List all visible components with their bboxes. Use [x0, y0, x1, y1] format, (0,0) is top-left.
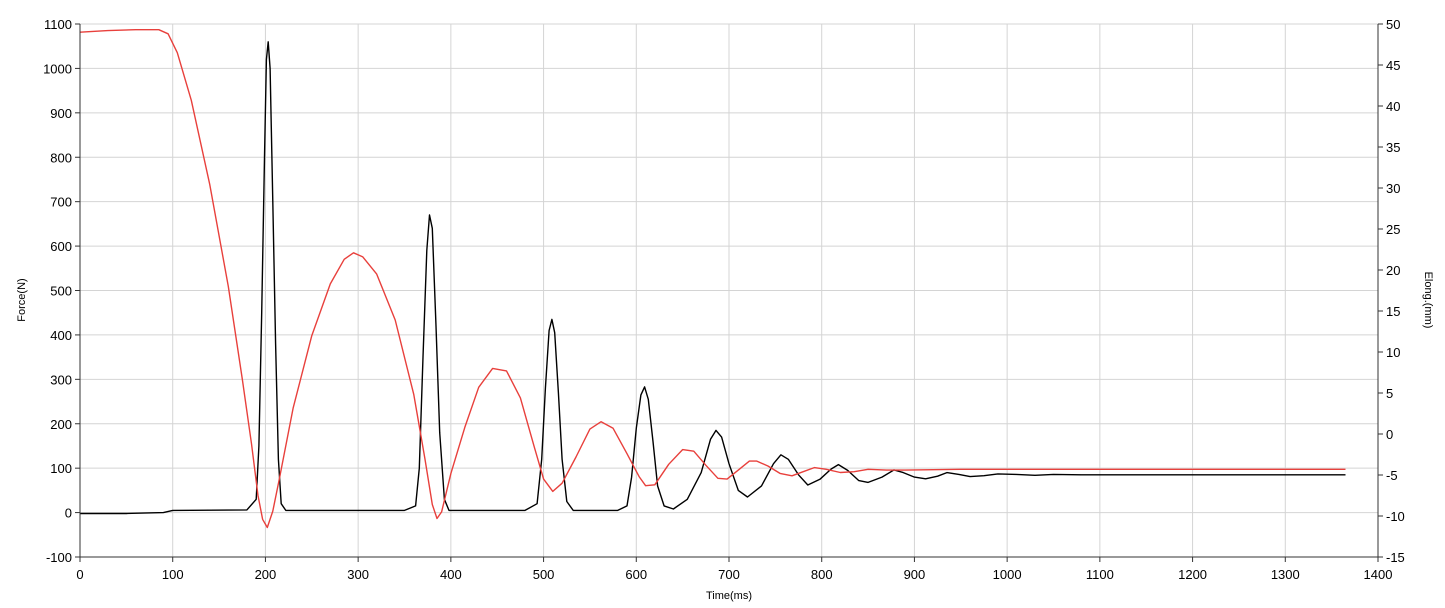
x-tick-label: 1300 [1271, 567, 1300, 582]
y-left-tick-label: 100 [50, 461, 72, 476]
y-right-tick-label: 5 [1386, 386, 1393, 401]
y-left-tick-label: 1100 [44, 17, 72, 32]
y-right-tick-label: 50 [1386, 17, 1400, 32]
y-right-tick-label: 30 [1386, 181, 1400, 196]
y-right-tick-label: -10 [1386, 509, 1405, 524]
y-left-tick-label: 400 [50, 328, 72, 343]
x-tick-label: 600 [625, 567, 647, 582]
y-left-tick-label: -100 [46, 550, 72, 565]
y-right-tick-label: 45 [1386, 58, 1400, 73]
y-axis-right-title: Elong.(mm) [1422, 272, 1434, 329]
x-tick-label: 900 [904, 567, 926, 582]
x-tick-label: 1200 [1178, 567, 1207, 582]
y-left-tick-label: 0 [65, 506, 72, 521]
y-axis-left-title: Force(N) [16, 278, 28, 321]
y-left-tick-label: 900 [50, 106, 72, 121]
y-right-tick-label: 25 [1386, 222, 1400, 237]
y-right-tick-label: 20 [1386, 263, 1400, 278]
y-left-tick-label: 200 [50, 417, 72, 432]
x-axis-title: Time(ms) [706, 590, 752, 602]
x-tick-label: 0 [76, 567, 83, 582]
y-left-tick-label: 500 [50, 284, 72, 299]
x-tick-label: 800 [811, 567, 833, 582]
y-right-tick-label: 15 [1386, 304, 1400, 319]
x-tick-label: 1000 [993, 567, 1022, 582]
x-tick-label: 300 [347, 567, 369, 582]
y-right-tick-label: 0 [1386, 427, 1393, 442]
chart: 0 100 200 300 400 500 600 700 800 900 1000 1100 1200… [16, 17, 1434, 602]
x-tick-label: 1100 [1086, 567, 1114, 582]
x-tick-label: 700 [718, 567, 740, 582]
y-right-tick-label: -15 [1386, 550, 1405, 565]
y-left-tick-label: 800 [50, 150, 72, 165]
y-right-tick-label: 10 [1386, 345, 1400, 360]
y-left-tick-label: 1000 [43, 61, 72, 76]
y-left-tick-label: 600 [50, 239, 72, 254]
y-left-tick-label: 700 [50, 195, 72, 210]
y-right-tick-label: 40 [1386, 99, 1400, 114]
x-tick-label: 500 [533, 567, 555, 582]
y-left-tick-label: 300 [50, 372, 72, 387]
y-right-tick-label: -5 [1386, 468, 1398, 483]
x-tick-label: 400 [440, 567, 462, 582]
x-tick-label: 100 [162, 567, 184, 582]
y-right-tick-label: 35 [1386, 140, 1400, 155]
x-tick-label: 200 [255, 567, 277, 582]
x-tick-label: 1400 [1364, 567, 1393, 582]
